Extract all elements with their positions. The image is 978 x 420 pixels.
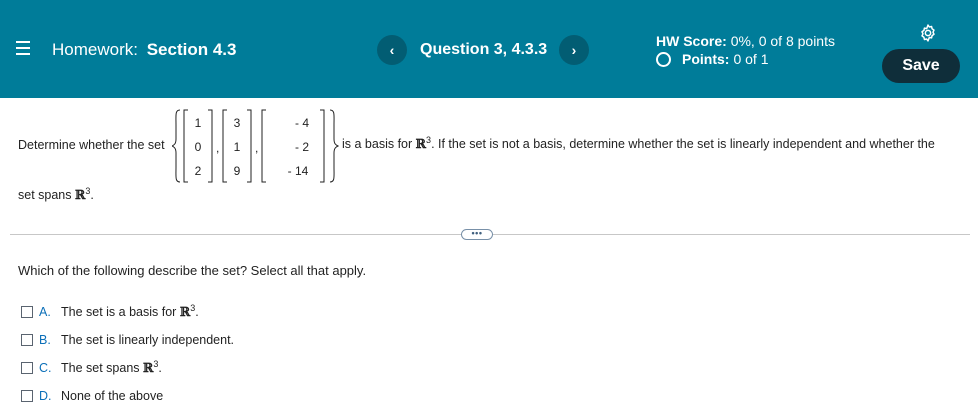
real-space-symbol: ℝ: [179, 304, 191, 319]
vector-set: 1 0 2 , 3 1 9 , - 4 - 2 - 14: [172, 109, 340, 183]
expand-ellipsis-button[interactable]: •••: [461, 229, 493, 240]
answer-prompt: Which of the following describe the set?…: [18, 263, 367, 278]
vector-2-right-bracket: [247, 109, 252, 183]
real-space-symbol: ℝ: [75, 187, 86, 202]
hw-score: HW Score: 0%, 0 of 8 points: [656, 33, 835, 49]
status-circle-icon: [656, 51, 671, 67]
option-a-text: The set is a basis for: [61, 305, 177, 319]
hamburger-menu-icon[interactable]: [16, 41, 30, 55]
hw-score-label: HW Score:: [656, 33, 727, 49]
vector-2-entry-1: 3: [234, 116, 241, 130]
points-value: 0 of 1: [733, 51, 769, 67]
checkbox[interactable]: [21, 361, 33, 374]
option-letter: C.: [39, 360, 52, 375]
option-d-text: None of the above: [61, 389, 164, 403]
checkbox[interactable]: [21, 305, 33, 318]
option-c[interactable]: C. The set spans ℝ3.: [21, 359, 162, 375]
question-line-1: Determine whether the set 1 0 2 , 3 1 9 …: [18, 107, 968, 189]
question-continuation: is a basis for ℝ3. If the set is not a b…: [342, 135, 935, 151]
option-text: The set is a basis for ℝ3.: [61, 303, 199, 319]
hw-score-value: 0%, 0 of 8 points: [730, 33, 835, 49]
option-letter: D.: [39, 389, 52, 403]
question-title: Question 3, 4.3.3: [420, 41, 548, 58]
homework-label: Homework:: [52, 40, 138, 59]
option-b-text: The set is linearly independent.: [61, 333, 235, 347]
vector-3-right-bracket: [320, 109, 325, 183]
vector-1-entry-3: 2: [195, 164, 202, 178]
section-label: Section 4.3: [146, 40, 237, 59]
vector-1-entry-1: 1: [195, 116, 202, 130]
vector-2-left-bracket: [222, 109, 227, 183]
chevron-left-icon: ‹: [389, 42, 395, 58]
option-a-end: .: [195, 305, 199, 319]
vector-1-entry-2: 0: [195, 140, 202, 154]
option-c-text: The set spans: [61, 361, 140, 375]
next-question-button[interactable]: ›: [559, 35, 589, 65]
top-bar: Homework: Section 4.3 ‹ Question 3, 4.3.…: [0, 0, 978, 98]
option-text: The set spans ℝ3.: [61, 359, 162, 375]
right-brace: [329, 109, 340, 183]
left-brace: [172, 109, 181, 183]
vector-2-entry-2: 1: [234, 140, 241, 154]
comma-2: ,: [255, 141, 258, 155]
previous-question-button[interactable]: ‹: [377, 35, 407, 65]
chevron-right-icon: ›: [571, 42, 577, 58]
vector-3-entry-1: - 4: [295, 116, 309, 130]
question-intro: Determine whether the set: [18, 138, 165, 152]
vector-1-right-bracket: [208, 109, 213, 183]
option-d[interactable]: D. None of the above: [21, 389, 163, 403]
option-letter: B.: [39, 333, 51, 347]
checkbox[interactable]: [21, 334, 33, 346]
question-rest: . If the set is not a basis, determine w…: [431, 137, 935, 151]
vector-3-entry-2: - 2: [295, 140, 309, 154]
real-space-symbol: ℝ: [143, 360, 154, 375]
vector-2-entry-3: 9: [234, 164, 241, 178]
basis-text: is a basis for: [342, 137, 413, 151]
option-letter: A.: [39, 304, 51, 319]
option-c-end: .: [158, 361, 162, 375]
points: Points: 0 of 1: [656, 51, 768, 67]
vector-3-entry-3: - 14: [288, 164, 309, 178]
checkbox[interactable]: [21, 390, 33, 402]
comma-1: ,: [216, 141, 219, 155]
save-button[interactable]: Save: [882, 49, 960, 83]
real-space-symbol: ℝ: [415, 136, 427, 151]
points-label: Points:: [682, 51, 730, 67]
spans-text: set spans: [18, 188, 72, 202]
vector-3-left-bracket: [261, 109, 266, 183]
homework-title: Homework: Section 4.3: [52, 40, 236, 60]
option-a[interactable]: A. The set is a basis for ℝ3.: [21, 303, 199, 319]
question-line-2: set spans ℝ3.: [18, 186, 94, 202]
option-b[interactable]: B. The set is linearly independent.: [21, 333, 234, 347]
line-2-end: .: [90, 188, 94, 202]
gear-icon[interactable]: [918, 23, 938, 43]
vector-1-left-bracket: [183, 109, 188, 183]
